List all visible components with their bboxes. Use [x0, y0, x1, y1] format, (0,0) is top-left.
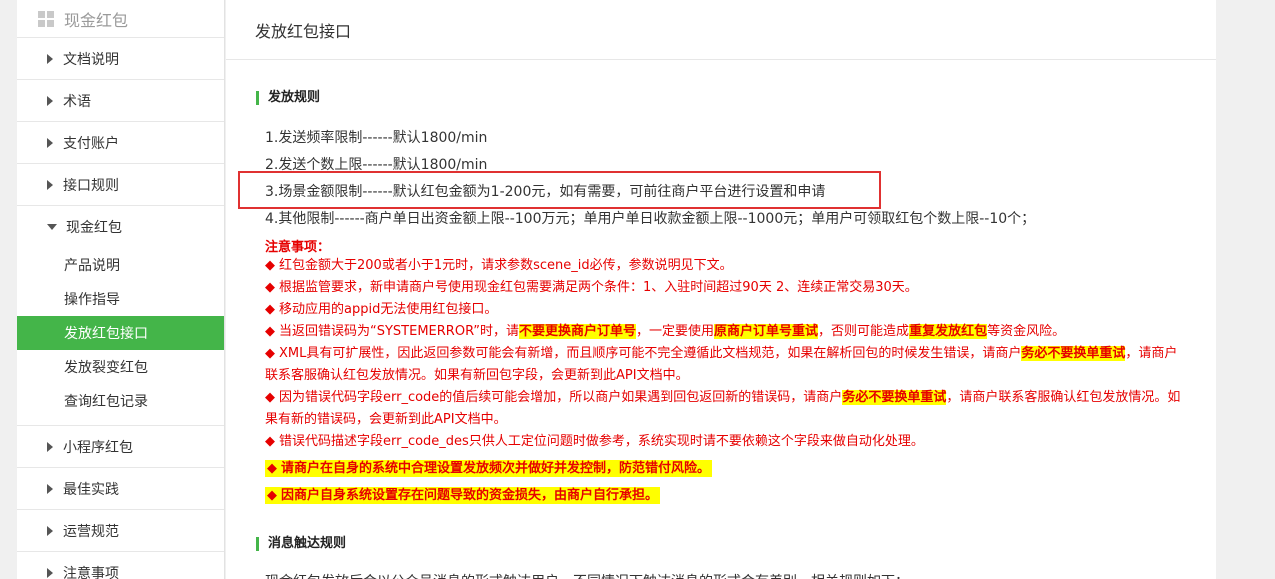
note-item: ◆ 当返回错误码为“SYSTEMERROR”时，请不要更换商户订单号，一定要使用原… [265, 324, 1066, 339]
sidebar-header: 现金红包 [17, 0, 224, 38]
sidebar-sub-send-fission-redpack[interactable]: 发放裂变红包 [17, 350, 224, 384]
section-title-send-rules: 发放规则 [256, 91, 320, 105]
sidebar-item-operation-standard[interactable]: 运营规范 [17, 510, 224, 552]
sidebar-item-notes[interactable]: 注意事项 [17, 552, 224, 579]
sidebar-item-payment-account[interactable]: 支付账户 [17, 122, 224, 164]
highlight-box [238, 171, 881, 209]
chevron-down-icon [47, 224, 57, 230]
note-item-highlight: ◆ 因商户自身系统设置存在问题导致的资金损失，由商户自行承担。 [265, 487, 661, 504]
notes-title: 注意事项： [265, 240, 331, 255]
sidebar-item-terms[interactable]: 术语 [17, 80, 224, 122]
note-item: ◆ 错误代码描述字段err_code_des只供人工定位问题时做参考，系统实现时请… [265, 434, 924, 449]
sidebar-item-interface-rules[interactable]: 接口规则 [17, 164, 224, 206]
section-title-message-rules: 消息触达规则 [256, 537, 346, 551]
note-item: ◆ 移动应用的appid无法使用红包接口。 [265, 302, 498, 317]
note-item: ◆ 根据监管要求，新申请商户号使用现金红包需要满足两个条件：1、入驻时间超过90天… [265, 280, 918, 295]
sidebar-header-title: 现金红包 [64, 10, 129, 30]
sidebar-item-label: 小程序红包 [63, 439, 133, 456]
sidebar-item-label: 现金红包 [66, 220, 122, 236]
chevron-right-icon [47, 567, 53, 578]
chevron-right-icon [47, 53, 53, 64]
page-background-right [1216, 0, 1275, 579]
page-title: 发放红包接口 [226, 0, 1216, 60]
main-content: 发放红包接口 发放规则 1.发送频率限制------默认1800/min 2.发… [226, 0, 1216, 579]
chevron-right-icon [47, 95, 53, 106]
chevron-right-icon [47, 137, 53, 148]
sidebar-sub-operation-guide[interactable]: 操作指导 [17, 282, 224, 316]
sidebar-item-miniprogram-redpack[interactable]: 小程序红包 [17, 426, 224, 468]
note-item: ◆ XML具有可扩展性，因此返回参数可能会有新增，而且顺序可能不完全遵循此文档规范… [265, 346, 1178, 383]
rule-line: 4.其他限制------商户单日出资金额上限--100万元；单用户单日收款金额上… [265, 211, 1036, 227]
sidebar-item-label: 术语 [63, 93, 91, 110]
sidebar: 现金红包 文档说明 术语 支付账户 接口规则 现金红包 产品说明 操作指导 发放… [17, 0, 225, 579]
grid-icon [38, 10, 54, 27]
note-item: ◆ 因为错误代码字段err_code的值后续可能会增加，所以商户如果遇到回包返回新… [265, 390, 1181, 427]
chevron-right-icon [47, 179, 53, 190]
note-item-highlight: ◆ 请商户在自身的系统中合理设置发放频次并做好并发控制，防范错付风险。 [265, 460, 713, 477]
sidebar-sub-send-redpack-api[interactable]: 发放红包接口 [17, 316, 224, 350]
sidebar-item-best-practice[interactable]: 最佳实践 [17, 468, 224, 510]
sidebar-item-label: 文档说明 [63, 51, 119, 68]
sidebar-item-label: 支付账户 [63, 135, 119, 152]
chevron-right-icon [47, 483, 53, 494]
sidebar-item-label: 最佳实践 [63, 481, 119, 498]
sidebar-sub-query-redpack[interactable]: 查询红包记录 [17, 384, 224, 418]
sidebar-sub-product-intro[interactable]: 产品说明 [17, 248, 224, 282]
sidebar-item-docs[interactable]: 文档说明 [17, 38, 224, 80]
rule-line: 1.发送频率限制------默认1800/min [265, 130, 488, 146]
section-body-text: 现金红包发放后会以公众号消息的形式触达用户，不同情况下触达消息的形式会有差别，相… [265, 571, 909, 579]
note-item: ◆ 红包金额大于200或者小于1元时，请求参数scene_id必传，参数说明见下文… [265, 258, 733, 273]
sidebar-item-label: 运营规范 [63, 523, 119, 540]
chevron-right-icon [47, 441, 53, 452]
sidebar-item-cash-redpack[interactable]: 现金红包 [17, 206, 224, 248]
divider [17, 418, 224, 426]
sidebar-item-label: 注意事项 [63, 565, 119, 579]
chevron-right-icon [47, 525, 53, 536]
sidebar-item-label: 接口规则 [63, 177, 119, 194]
